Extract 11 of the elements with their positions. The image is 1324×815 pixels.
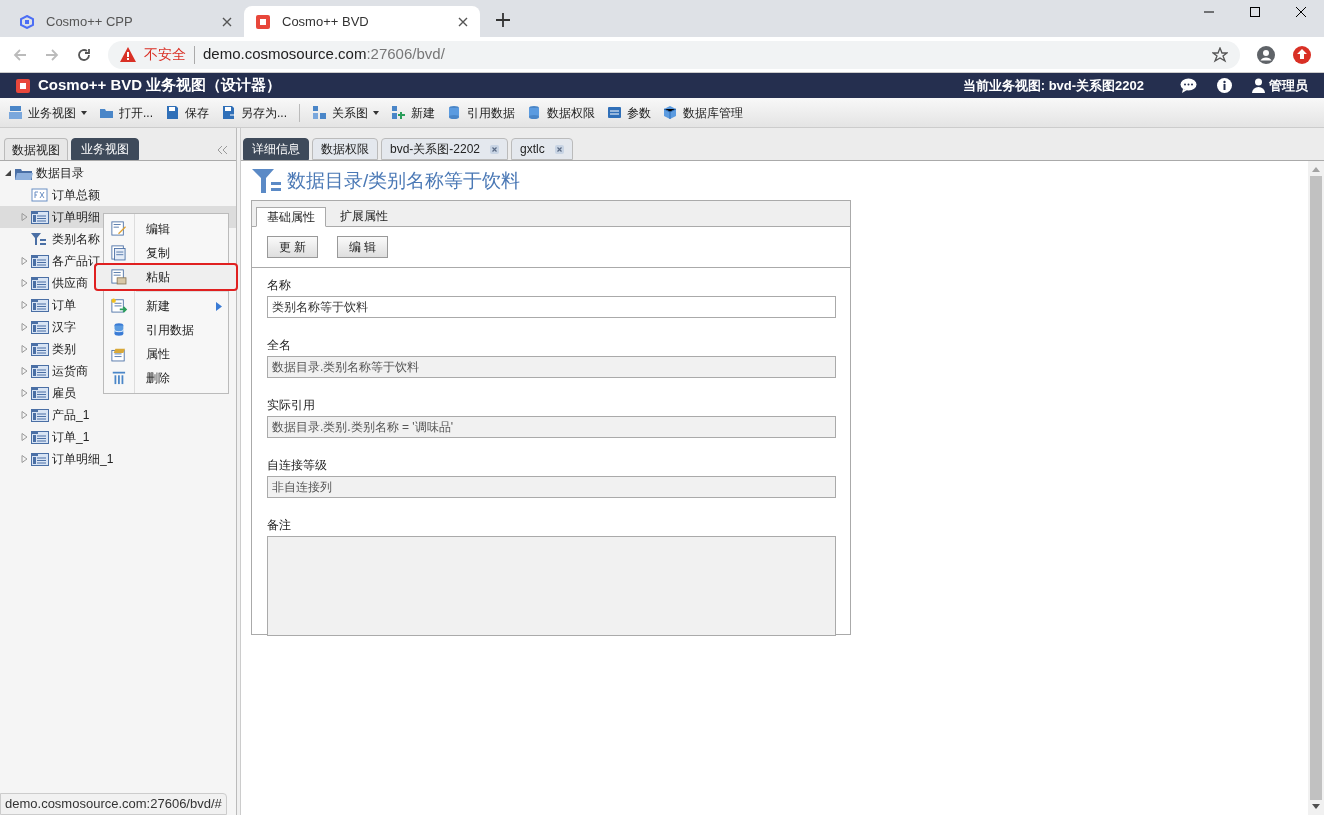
- current-view-label: 当前业务视图: bvd-关系图2202: [962, 76, 1144, 95]
- page-heading: 数据目录/类别名称等于饮料: [287, 169, 521, 193]
- field-label: 名称: [267, 276, 292, 294]
- status-url: demo.cosmosource.com:27606/bvd/#: [0, 793, 227, 815]
- url-text: demo.cosmosource.com:27606/bvd/: [203, 44, 445, 65]
- field-label: 全名: [267, 336, 292, 354]
- security-label: 不安全: [144, 45, 186, 64]
- field-label: 备注: [267, 516, 292, 534]
- app-title: Cosmo++ BVD 业务视图（设计器）: [38, 75, 282, 96]
- field-label: 自连接等级: [267, 456, 328, 474]
- field-label: 实际引用: [267, 396, 316, 414]
